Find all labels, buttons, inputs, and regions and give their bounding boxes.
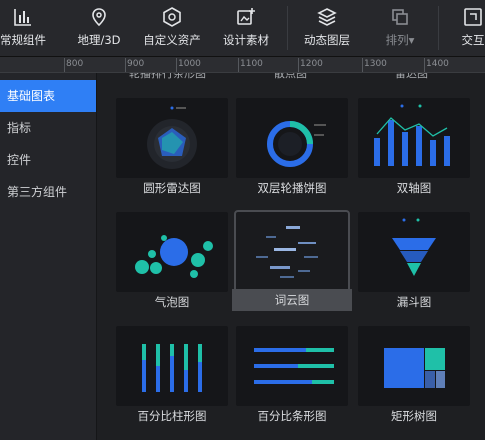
toolbar-item-interaction[interactable]: 交互 bbox=[450, 0, 485, 56]
ruler-mark: 1300 bbox=[364, 59, 387, 69]
component-label-partial: 轮播排行条形图 bbox=[129, 73, 206, 80]
component-card-percent-column[interactable] bbox=[116, 326, 228, 406]
component-card-dual-axis[interactable] bbox=[358, 98, 470, 178]
ruler-mark: 800 bbox=[66, 59, 84, 69]
sidebar-item-indicators[interactable]: 指标 bbox=[0, 112, 96, 144]
component-card-percent-bar[interactable] bbox=[236, 326, 348, 406]
toolbar-item-geo-3d[interactable]: 地理/3D bbox=[70, 0, 128, 56]
map-pin-icon bbox=[92, 8, 106, 27]
component-label: 双层轮播饼图 bbox=[257, 181, 327, 195]
toolbar-item-dynamic-layers[interactable]: 动态图层 bbox=[296, 0, 358, 56]
toolbar-item-label: 动态图层 bbox=[304, 33, 350, 47]
percent-bar-chart-icon bbox=[254, 348, 334, 384]
component-label-partial: 散点图 bbox=[274, 73, 307, 80]
toolbar-item-label: 自定义资产 bbox=[143, 33, 201, 47]
word-cloud-icon bbox=[256, 226, 318, 278]
toolbar-item-label: 交互 bbox=[461, 33, 485, 47]
toolbar-divider bbox=[287, 6, 288, 50]
ring-pie-chart-icon bbox=[267, 121, 326, 167]
ruler-mark: 1400 bbox=[426, 59, 449, 69]
ruler-mark: 900 bbox=[127, 59, 145, 69]
component-card-bubble[interactable] bbox=[116, 212, 228, 292]
component-label: 词云图 bbox=[232, 289, 352, 311]
horizontal-ruler: 800 900 1000 1100 1200 1300 1400 bbox=[0, 57, 485, 73]
ruler-mark: 1200 bbox=[300, 59, 323, 69]
funnel-chart-icon bbox=[392, 218, 436, 276]
ruler-mark: 1000 bbox=[178, 59, 201, 69]
component-card-ring-pie[interactable] bbox=[236, 98, 348, 178]
image-plus-icon bbox=[237, 8, 255, 25]
toolbar-item-label: 常规组件 bbox=[0, 33, 46, 47]
ruler-tick bbox=[362, 58, 363, 72]
percent-column-chart-icon bbox=[142, 344, 202, 392]
component-label: 矩形树图 bbox=[391, 409, 437, 423]
component-label: 圆形雷达图 bbox=[143, 181, 201, 195]
ruler-mark: 1100 bbox=[240, 59, 263, 69]
toolbar-item-label: 地理/3D bbox=[77, 33, 121, 47]
component-card-radar[interactable] bbox=[116, 98, 228, 178]
toolbar-item-design-materials[interactable]: 设计素材 bbox=[216, 0, 276, 56]
component-label: 百分比柱形图 bbox=[137, 409, 207, 423]
component-label: 百分比条形图 bbox=[257, 409, 327, 423]
layers-icon bbox=[317, 8, 337, 26]
interaction-icon bbox=[464, 8, 482, 26]
ruler-tick bbox=[64, 58, 65, 72]
sidebar-item-third-party[interactable]: 第三方组件 bbox=[0, 176, 96, 208]
component-label: 漏斗图 bbox=[396, 295, 432, 309]
component-grid: 轮播排行条形图 散点图 雷达图 圆形雷达图 双层轮播饼图 双轴图 气泡图 词云图… bbox=[97, 73, 485, 440]
ruler-tick bbox=[238, 58, 239, 72]
bubble-chart-icon bbox=[135, 235, 213, 278]
arrange-icon bbox=[392, 9, 408, 25]
toolbar-item-label: 排列▾ bbox=[385, 33, 415, 47]
ruler-tick bbox=[424, 58, 425, 72]
toolbar-item-common-components[interactable]: 常规组件 bbox=[0, 0, 54, 56]
dual-axis-chart-icon bbox=[374, 104, 450, 166]
component-card-funnel[interactable] bbox=[358, 212, 470, 292]
component-card-word-cloud[interactable] bbox=[234, 210, 350, 294]
sidebar-item-basic-charts[interactable]: 基础图表 bbox=[0, 80, 96, 112]
toolbar-item-label: 设计素材 bbox=[223, 33, 269, 47]
category-sidebar: 基础图表 指标 控件 第三方组件 bbox=[0, 73, 97, 440]
ruler-tick bbox=[176, 58, 177, 72]
toolbar-item-custom-assets[interactable]: 自定义资产 bbox=[138, 0, 206, 56]
toolbar-item-arrange[interactable]: 排列▾ bbox=[372, 0, 428, 56]
ruler-tick bbox=[298, 58, 299, 72]
component-label-partial: 雷达图 bbox=[395, 73, 428, 80]
component-label: 双轴图 bbox=[396, 181, 432, 195]
bar-chart-icon bbox=[14, 9, 31, 26]
component-label: 气泡图 bbox=[154, 295, 190, 309]
radar-chart-icon bbox=[147, 106, 197, 169]
toolbar-divider bbox=[438, 6, 439, 50]
hexagon-icon bbox=[163, 7, 181, 27]
toolbar: 常规组件 地理/3D 自定义资产 设计素材 动态图层 排列▾ 交互 bbox=[0, 0, 485, 57]
sidebar-item-controls[interactable]: 控件 bbox=[0, 144, 96, 176]
ruler-tick bbox=[125, 58, 126, 72]
treemap-icon bbox=[384, 348, 445, 388]
component-card-treemap[interactable] bbox=[358, 326, 470, 406]
